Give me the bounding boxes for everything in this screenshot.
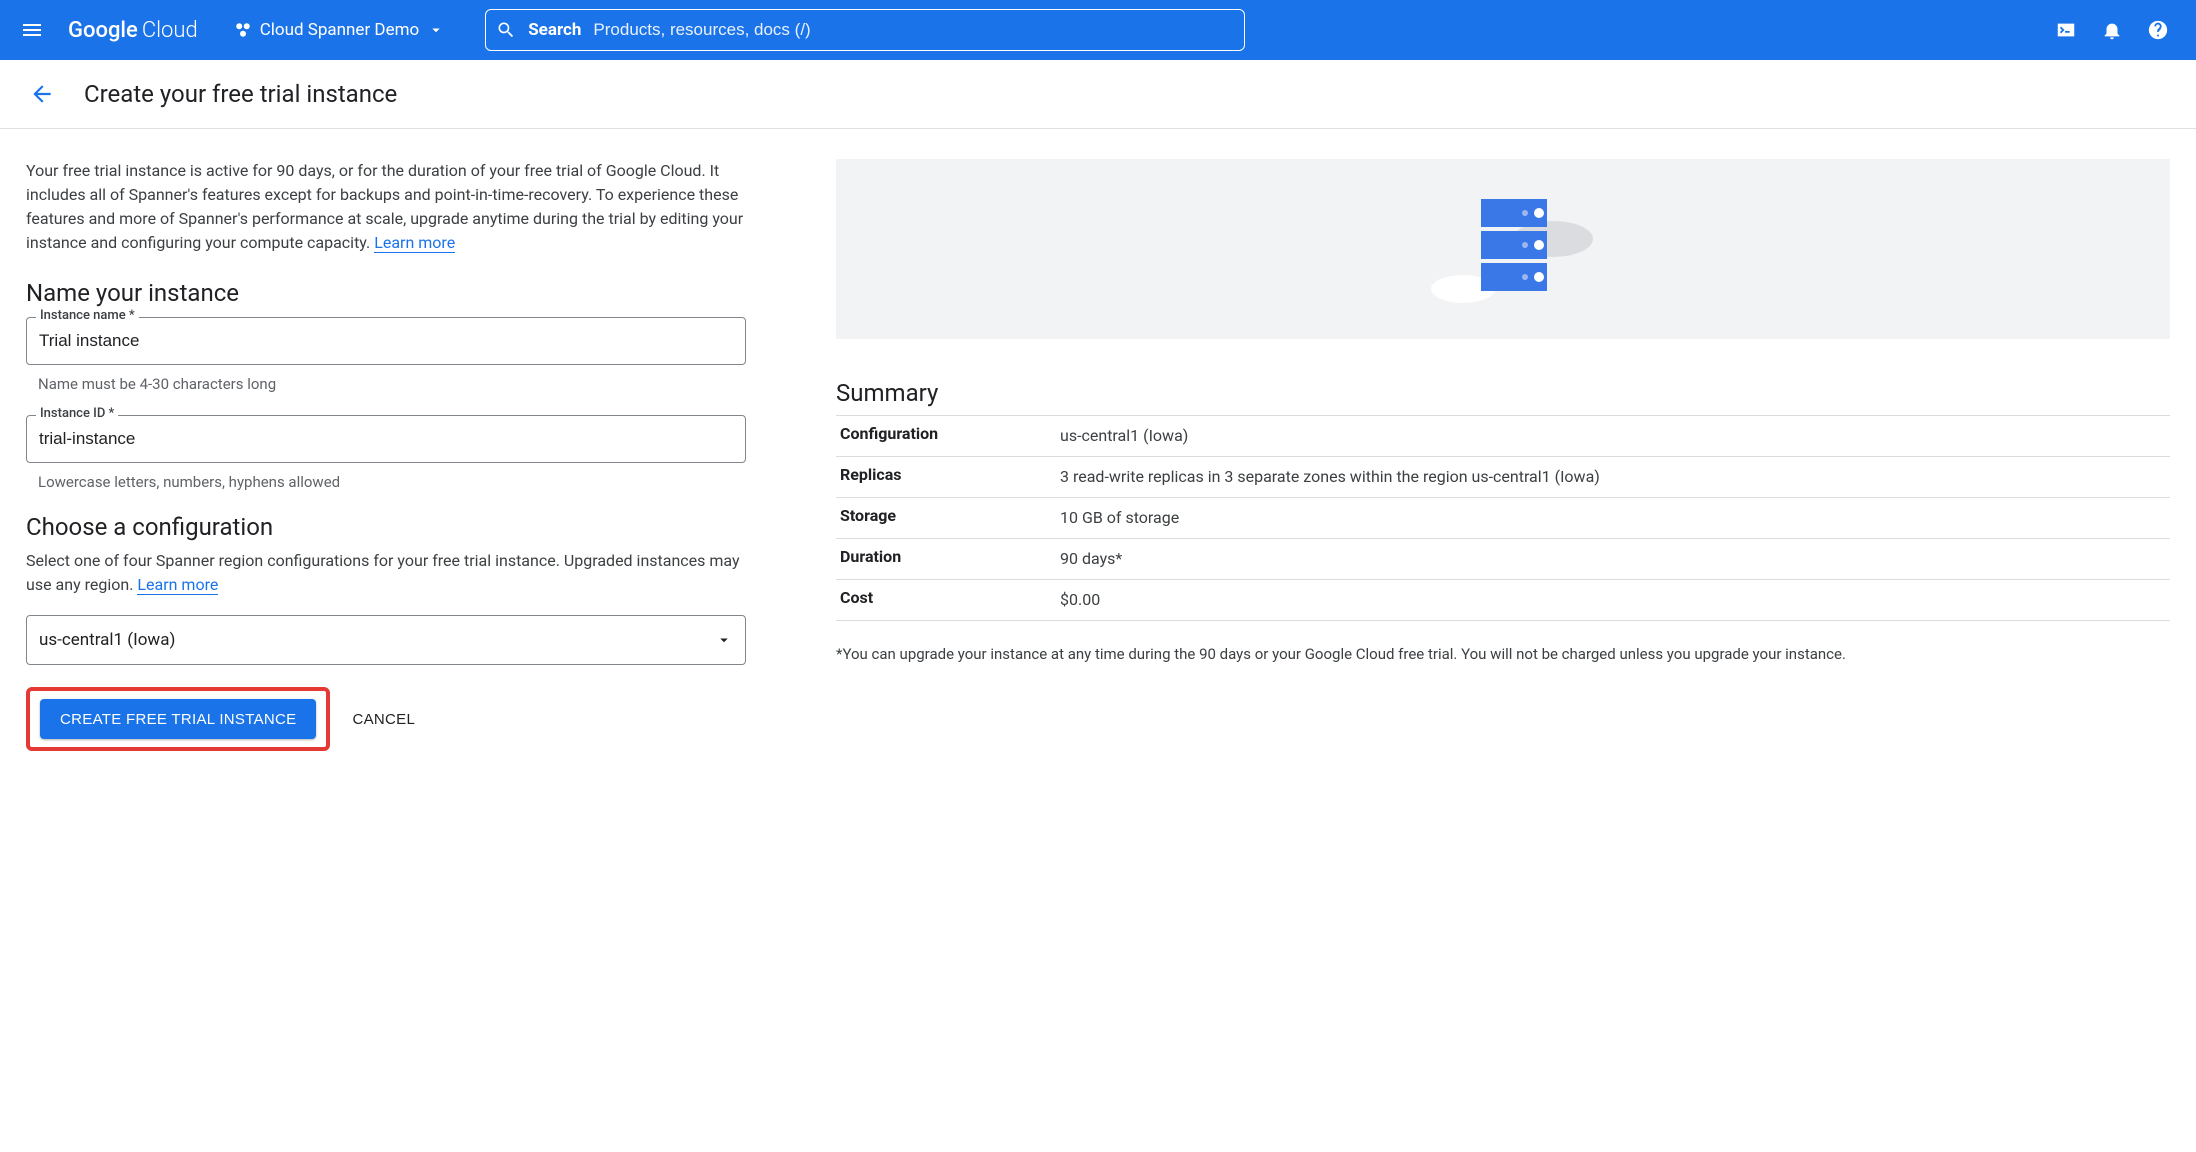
config-description: Select one of four Spanner region config… [26,549,746,597]
illustration [836,159,2170,339]
summary-footnote: *You can upgrade your instance at any ti… [836,643,2170,666]
summary-value: 90 days* [1056,539,2170,580]
summary-value: $0.00 [1056,580,2170,621]
back-button[interactable] [26,78,58,110]
summary-table: Configurationus-central1 (Iowa) Replicas… [836,415,2170,621]
project-icon [234,21,252,39]
cancel-button[interactable]: CANCEL [352,711,415,728]
instance-id-input[interactable] [26,415,746,463]
summary-column: Summary Configurationus-central1 (Iowa) … [836,159,2170,751]
brand-google: Google [68,18,138,43]
summary-key: Storage [836,498,1056,539]
summary-row: Replicas3 read-write replicas in 3 separ… [836,457,2170,498]
arrow-back-icon [29,81,55,107]
summary-value: 10 GB of storage [1056,498,2170,539]
caret-down-icon [715,631,733,649]
configuration-select[interactable]: us-central1 (Iowa) [26,615,746,665]
cloud-shell-button[interactable] [2046,10,2086,50]
intro-paragraph: Your free trial instance is active for 9… [26,159,746,255]
bell-icon [2101,19,2123,41]
summary-key: Cost [836,580,1056,621]
search-icon [496,20,516,40]
instance-name-field: Instance name * [26,317,746,365]
summary-value: 3 read-write replicas in 3 separate zone… [1056,457,2170,498]
form-column: Your free trial instance is active for 9… [26,159,746,751]
instance-id-field: Instance ID * [26,415,746,463]
learn-more-link[interactable]: Learn more [374,233,455,253]
page-header: Create your free trial instance [0,60,2196,129]
summary-row: Configurationus-central1 (Iowa) [836,416,2170,457]
cloud-shell-icon [2055,19,2077,41]
content-grid: Your free trial instance is active for 9… [0,129,2196,781]
topbar-right-icons [2046,10,2184,50]
summary-key: Duration [836,539,1056,580]
summary-key: Configuration [836,416,1056,457]
help-button[interactable] [2138,10,2178,50]
help-icon [2147,19,2169,41]
instance-name-input[interactable] [26,317,746,365]
config-learn-more-link[interactable]: Learn more [137,575,218,595]
project-name: Cloud Spanner Demo [260,20,420,40]
configuration-selected-value: us-central1 (Iowa) [39,630,175,650]
menu-icon [20,18,44,42]
brand-cloud: Cloud [142,18,198,43]
topbar: Google Cloud Cloud Spanner Demo Search [0,0,2196,60]
create-button[interactable]: CREATE FREE TRIAL INSTANCE [40,699,316,739]
summary-heading: Summary [836,379,2170,407]
summary-row: Storage10 GB of storage [836,498,2170,539]
highlight-annotation: CREATE FREE TRIAL INSTANCE [26,687,330,751]
summary-row: Cost$0.00 [836,580,2170,621]
summary-key: Replicas [836,457,1056,498]
section-config-heading: Choose a configuration [26,513,746,541]
notifications-button[interactable] [2092,10,2132,50]
project-picker[interactable]: Cloud Spanner Demo [226,16,454,44]
hamburger-menu-button[interactable] [12,10,52,50]
instance-id-label: Instance ID * [36,406,118,421]
search-input[interactable] [593,20,1234,40]
instance-id-hint: Lowercase letters, numbers, hyphens allo… [38,473,746,491]
search-label: Search [528,20,581,40]
summary-row: Duration90 days* [836,539,2170,580]
instance-name-hint: Name must be 4-30 characters long [38,375,746,393]
summary-panel: Summary Configurationus-central1 (Iowa) … [836,379,2170,666]
brand-logo[interactable]: Google Cloud [68,18,198,43]
page-title: Create your free trial instance [84,80,397,108]
caret-down-icon [427,21,445,39]
config-desc-text: Select one of four Spanner region config… [26,551,740,594]
action-row: CREATE FREE TRIAL INSTANCE CANCEL [26,687,746,751]
servers-illustration-icon [1403,179,1603,319]
search-box[interactable]: Search [485,9,1245,51]
instance-name-label: Instance name * [36,308,139,323]
section-name-heading: Name your instance [26,279,746,307]
summary-value: us-central1 (Iowa) [1056,416,2170,457]
